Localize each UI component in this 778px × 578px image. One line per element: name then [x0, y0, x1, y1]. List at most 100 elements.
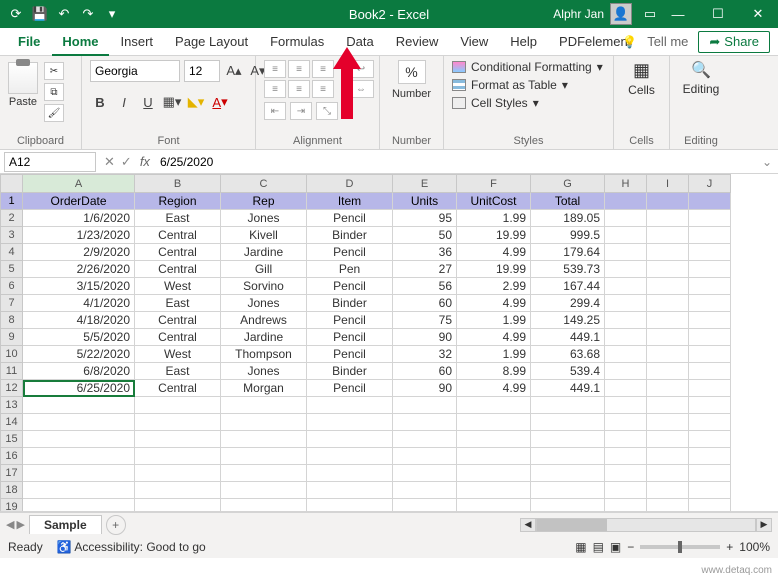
cell-J6[interactable] [689, 278, 731, 295]
row-header-17[interactable]: 17 [1, 465, 23, 482]
row-header-19[interactable]: 19 [1, 499, 23, 513]
cell-F8[interactable]: 1.99 [457, 312, 531, 329]
cell-J13[interactable] [689, 397, 731, 414]
row-header-8[interactable]: 8 [1, 312, 23, 329]
fill-color-button[interactable]: ◣▾ [186, 92, 206, 112]
tab-review[interactable]: Review [386, 28, 449, 56]
cell-B5[interactable]: Central [135, 261, 221, 278]
cell-C18[interactable] [221, 482, 307, 499]
cell-I12[interactable] [647, 380, 689, 397]
cell-G12[interactable]: 449.1 [531, 380, 605, 397]
cell-A16[interactable] [23, 448, 135, 465]
formula-bar[interactable] [156, 152, 756, 172]
cells-button[interactable]: ▦ Cells [622, 60, 661, 97]
tab-page-layout[interactable]: Page Layout [165, 28, 258, 56]
cell-G14[interactable] [531, 414, 605, 431]
row-header-13[interactable]: 13 [1, 397, 23, 414]
view-break-icon[interactable]: ▣ [610, 540, 621, 554]
cell-J19[interactable] [689, 499, 731, 513]
cell-J9[interactable] [689, 329, 731, 346]
row-header-10[interactable]: 10 [1, 346, 23, 363]
cell-A15[interactable] [23, 431, 135, 448]
share-button[interactable]: ➦ Share [698, 31, 770, 53]
cell-B15[interactable] [135, 431, 221, 448]
zoom-in-button[interactable]: + [726, 540, 733, 554]
zoom-thumb[interactable] [678, 541, 682, 553]
cell-B13[interactable] [135, 397, 221, 414]
cell-H11[interactable] [605, 363, 647, 380]
tab-home[interactable]: Home [52, 28, 108, 56]
wrap-text-button[interactable]: ↩ [348, 60, 374, 78]
cell-A5[interactable]: 2/26/2020 [23, 261, 135, 278]
format-painter-button[interactable]: 🖌 [44, 104, 64, 122]
cell-I18[interactable] [647, 482, 689, 499]
cell-E9[interactable]: 90 [393, 329, 457, 346]
cell-C11[interactable]: Jones [221, 363, 307, 380]
cell-H17[interactable] [605, 465, 647, 482]
cell-I8[interactable] [647, 312, 689, 329]
font-name-select[interactable] [90, 60, 180, 82]
cell-D12[interactable]: Pencil [307, 380, 393, 397]
cell-J2[interactable] [689, 210, 731, 227]
cell-B3[interactable]: Central [135, 227, 221, 244]
row-header-16[interactable]: 16 [1, 448, 23, 465]
cell-J11[interactable] [689, 363, 731, 380]
paste-button[interactable]: Paste [8, 60, 38, 108]
cell-B19[interactable] [135, 499, 221, 513]
copy-button[interactable]: ⧉ [44, 83, 64, 101]
cell-F18[interactable] [457, 482, 531, 499]
cell-C9[interactable]: Jardine [221, 329, 307, 346]
cell-G7[interactable]: 299.4 [531, 295, 605, 312]
cell-J1[interactable] [689, 193, 731, 210]
col-header-G[interactable]: G [531, 175, 605, 193]
cell-D11[interactable]: Binder [307, 363, 393, 380]
expand-formula-icon[interactable]: ⌄ [756, 155, 778, 169]
cell-J3[interactable] [689, 227, 731, 244]
cell-H19[interactable] [605, 499, 647, 513]
col-header-F[interactable]: F [457, 175, 531, 193]
cell-J8[interactable] [689, 312, 731, 329]
cell-E1[interactable]: Units [393, 193, 457, 210]
add-sheet-button[interactable]: + [106, 515, 126, 535]
cell-A2[interactable]: 1/6/2020 [23, 210, 135, 227]
cell-A12[interactable]: 6/25/2020 [23, 380, 135, 397]
maximize-button[interactable]: ☐ [698, 0, 738, 28]
underline-button[interactable]: U [138, 92, 158, 112]
cell-E8[interactable]: 75 [393, 312, 457, 329]
hscroll-right[interactable]: ▶ [756, 518, 772, 532]
cell-E3[interactable]: 50 [393, 227, 457, 244]
cell-D16[interactable] [307, 448, 393, 465]
cell-G2[interactable]: 189.05 [531, 210, 605, 227]
cell-I6[interactable] [647, 278, 689, 295]
row-header-3[interactable]: 3 [1, 227, 23, 244]
cell-F17[interactable] [457, 465, 531, 482]
cell-B10[interactable]: West [135, 346, 221, 363]
cell-D7[interactable]: Binder [307, 295, 393, 312]
cell-C19[interactable] [221, 499, 307, 513]
cell-E15[interactable] [393, 431, 457, 448]
spreadsheet-grid[interactable]: ABCDEFGHIJ1OrderDateRegionRepItemUnitsUn… [0, 174, 778, 512]
cell-D3[interactable]: Binder [307, 227, 393, 244]
col-header-B[interactable]: B [135, 175, 221, 193]
redo-icon[interactable]: ↷ [80, 6, 96, 22]
conditional-formatting-button[interactable]: Conditional Formatting▾ [452, 60, 605, 74]
cell-D8[interactable]: Pencil [307, 312, 393, 329]
user-name[interactable]: Alphr Jan [553, 7, 604, 21]
cell-F19[interactable] [457, 499, 531, 513]
autosave-icon[interactable]: ⟳ [8, 6, 24, 22]
sheet-nav-prev[interactable]: ◀ [6, 518, 14, 531]
cell-G18[interactable] [531, 482, 605, 499]
cell-F15[interactable] [457, 431, 531, 448]
cell-I1[interactable] [647, 193, 689, 210]
user-avatar[interactable]: 👤 [610, 3, 632, 25]
row-header-2[interactable]: 2 [1, 210, 23, 227]
hscroll-thumb[interactable] [537, 519, 607, 531]
cell-E10[interactable]: 32 [393, 346, 457, 363]
cell-F14[interactable] [457, 414, 531, 431]
font-size-select[interactable] [184, 60, 220, 82]
cell-F9[interactable]: 4.99 [457, 329, 531, 346]
cell-I11[interactable] [647, 363, 689, 380]
cell-H14[interactable] [605, 414, 647, 431]
cell-C16[interactable] [221, 448, 307, 465]
cell-A13[interactable] [23, 397, 135, 414]
